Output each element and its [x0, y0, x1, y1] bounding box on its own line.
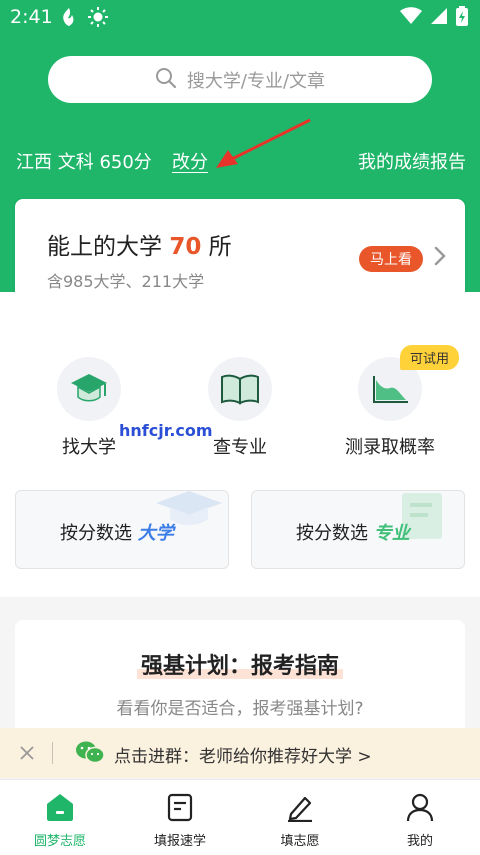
bottom-tab-bar: 圆梦志愿 填报速学 填志愿 我的 — [0, 779, 480, 855]
tab-me[interactable]: 我的 — [360, 792, 480, 849]
article-subtitle: 看看你是否适合，报考强基计划? — [116, 699, 364, 719]
close-icon[interactable] — [18, 742, 36, 768]
select-card-label: 按分数选 — [296, 523, 368, 544]
join-group-banner[interactable]: 点击进群：老师给你推荐好大学 > — [0, 728, 480, 778]
view-now-button[interactable]: 马上看 — [359, 246, 423, 272]
admission-probability-button[interactable]: 测录取概率 — [320, 357, 460, 459]
find-university-button[interactable]: 找大学 — [19, 357, 159, 459]
tab-label: 我的 — [406, 834, 433, 849]
select-university-by-score-card[interactable]: 按分数选 大学 — [15, 490, 229, 569]
divider — [52, 742, 53, 764]
battery-icon — [456, 6, 468, 30]
status-time: 2:41 — [10, 6, 53, 28]
score-report-link[interactable]: 我的成绩报告 — [358, 148, 466, 174]
user-icon — [406, 793, 434, 822]
check-major-button[interactable]: 查专业 — [170, 357, 310, 459]
open-book-icon — [208, 357, 272, 421]
annotation-arrow — [216, 118, 311, 168]
tab-dream[interactable]: 圆梦志愿 — [0, 792, 120, 849]
select-card-label: 按分数选 — [60, 523, 132, 544]
eligible-count: 70 — [169, 234, 202, 260]
search-bar[interactable]: 搜大学/专业/文章 — [48, 56, 432, 103]
section-gap — [0, 597, 480, 619]
trial-badge: 可试用 — [400, 345, 460, 370]
wechat-icon — [75, 740, 105, 770]
app-notification-icon — [60, 7, 78, 31]
tab-quick-learn[interactable]: 填报速学 — [120, 792, 240, 849]
tab-label: 填报速学 — [153, 834, 206, 849]
brightness-icon — [88, 7, 108, 31]
graduation-cap-icon — [57, 357, 121, 421]
score-info: 江西 文科 650分 — [16, 152, 152, 173]
article-title: 强基计划：报考指南 — [15, 648, 465, 680]
tab-fill-application[interactable]: 填志愿 — [240, 792, 360, 849]
wifi-icon — [400, 7, 422, 29]
eligible-subtitle: 含985大学、211大学 — [47, 272, 205, 291]
search-placeholder: 搜大学/专业/文章 — [186, 70, 326, 92]
pen-icon — [288, 796, 312, 823]
chevron-right-icon[interactable] — [433, 245, 447, 271]
status-bar: 2:41 — [0, 0, 480, 34]
select-card-highlight: 专业 — [373, 523, 410, 544]
banner-text: 点击进群：老师给你推荐好大学 > — [114, 747, 372, 767]
select-major-by-score-card[interactable]: 按分数选 专业 — [251, 490, 465, 569]
tab-label: 圆梦志愿 — [33, 834, 86, 849]
eligible-title: 能上的大学 70 所 — [47, 234, 232, 260]
signal-icon — [430, 7, 448, 29]
home-icon — [47, 794, 73, 821]
select-card-highlight: 大学 — [137, 523, 174, 544]
watermark: hnfcjr.com — [119, 421, 213, 440]
document-icon — [167, 793, 193, 822]
search-icon — [155, 67, 177, 93]
function-label: 测录取概率 — [345, 437, 435, 458]
change-score-link[interactable]: 改分 — [172, 148, 208, 174]
tab-label: 填志愿 — [280, 834, 320, 849]
